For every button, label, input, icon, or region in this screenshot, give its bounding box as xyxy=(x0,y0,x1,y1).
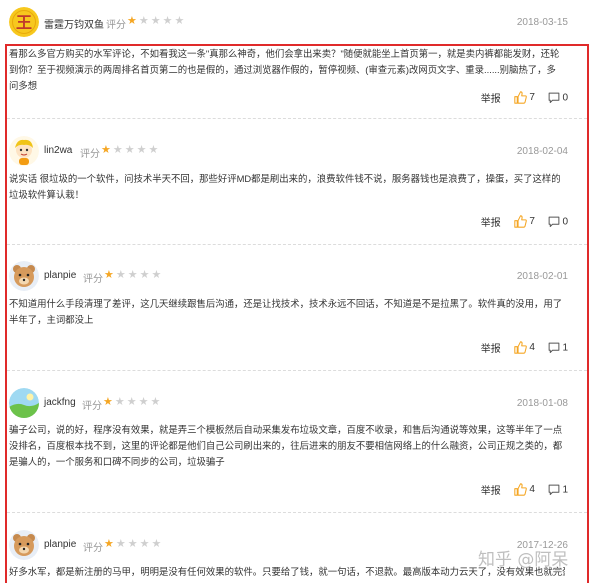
star-filled-icon: ★ xyxy=(104,269,116,281)
star-empty-icon: ★★★★ xyxy=(115,269,164,281)
review-date: 2018-03-15 xyxy=(516,17,568,28)
rating-label: 评分 xyxy=(83,274,103,285)
like-button[interactable]: 7 xyxy=(513,91,535,104)
rating-label: 评分 xyxy=(82,401,102,412)
comment-count: 1 xyxy=(562,342,568,353)
divider xyxy=(7,370,587,371)
bear-avatar[interactable] xyxy=(9,261,39,291)
username[interactable]: lin2wa xyxy=(44,145,72,156)
review-header: jackfng 评分 ★★★★★ 2018-01-08 xyxy=(0,385,600,425)
star-filled-icon: ★ xyxy=(101,144,113,156)
star-rating: ★★★★★ xyxy=(104,268,163,281)
review-text: 说实话 很垃圾的一个软件，问技术半天不回，那些好评MD都是刷出来的，浪费软件钱不… xyxy=(9,173,561,200)
rating-label: 评分 xyxy=(83,543,103,554)
username[interactable]: planpie xyxy=(44,539,76,550)
report-link[interactable]: 举报 xyxy=(481,482,501,497)
divider xyxy=(7,118,587,119)
review-header: 王 雷霆万钧双鱼 评分 ★★★★★ 2018-03-15 xyxy=(0,4,600,44)
rating-label: 评分 xyxy=(106,20,126,31)
bear-avatar[interactable] xyxy=(9,530,39,560)
divider xyxy=(7,244,587,245)
like-count: 7 xyxy=(529,92,535,103)
comment-icon xyxy=(548,342,560,353)
review-actions: 举报 4 1 xyxy=(471,482,568,497)
rating-label: 评分 xyxy=(80,149,100,160)
review-date: 2018-02-04 xyxy=(516,146,568,157)
divider xyxy=(7,512,587,513)
like-count: 4 xyxy=(529,342,535,353)
like-count: 4 xyxy=(529,484,535,495)
username[interactable]: 雷霆万钧双鱼 xyxy=(44,16,104,31)
comment-button[interactable]: 1 xyxy=(548,342,568,354)
review-list: 王 雷霆万钧双鱼 评分 ★★★★★ 2018-03-15 看那么多官方购买的水军… xyxy=(0,0,600,583)
comment-count: 0 xyxy=(562,92,568,103)
report-link[interactable]: 举报 xyxy=(481,340,501,355)
review-text: 看那么多官方购买的水军评论，不如看我这一条"真那么神奇，他们会拿出来卖？"随便就… xyxy=(9,48,560,91)
review-header: planpie 评分 ★★★★★ 2018-02-01 xyxy=(0,258,600,298)
svg-text:王: 王 xyxy=(16,13,32,32)
comment-button[interactable]: 1 xyxy=(548,484,568,496)
username[interactable]: planpie xyxy=(44,270,76,281)
thumbs-up-icon xyxy=(513,215,527,228)
review-text: 骗子公司，说的好，程序没有效果，就是弄三个模板然后自动采集发布垃圾文章，百度不收… xyxy=(9,424,563,467)
like-button[interactable]: 4 xyxy=(513,341,535,354)
star-filled-icon: ★ xyxy=(104,538,116,550)
review-actions: 举报 4 1 xyxy=(471,340,568,355)
comment-icon xyxy=(548,216,560,227)
star-empty-icon: ★★★★ xyxy=(115,538,164,550)
like-count: 7 xyxy=(529,216,535,227)
review-actions: 举报 7 0 xyxy=(471,90,568,105)
like-button[interactable]: 4 xyxy=(513,483,535,496)
review-date: 2018-02-01 xyxy=(516,271,568,282)
star-empty-icon: ★★★★ xyxy=(112,144,161,156)
comment-icon xyxy=(548,484,560,495)
comment-count: 1 xyxy=(562,484,568,495)
thumbs-up-icon xyxy=(513,341,527,354)
zhihu-watermark: 知乎 @阿呆 xyxy=(478,550,569,570)
star-rating: ★★★★★ xyxy=(101,143,160,156)
comment-button[interactable]: 0 xyxy=(548,216,568,228)
review-actions: 举报 7 0 xyxy=(471,214,568,229)
star-rating: ★★★★★ xyxy=(127,14,186,27)
review-text: 不知道用什么手段清理了差评，这几天继续跟售后沟通，还是让找技术，技术永远不回话，… xyxy=(9,298,563,325)
star-rating: ★★★★★ xyxy=(104,537,163,550)
comment-count: 0 xyxy=(562,216,568,227)
star-empty-icon: ★★★★ xyxy=(138,15,187,27)
comment-button[interactable]: 0 xyxy=(548,92,568,104)
landscape-avatar[interactable] xyxy=(9,388,39,418)
review-date: 2018-01-08 xyxy=(516,398,568,409)
report-link[interactable]: 举报 xyxy=(481,214,501,229)
star-filled-icon: ★ xyxy=(103,396,115,408)
cartoon-avatar[interactable] xyxy=(9,136,39,166)
like-button[interactable]: 7 xyxy=(513,215,535,228)
star-empty-icon: ★★★★ xyxy=(114,396,163,408)
comment-icon xyxy=(548,92,560,103)
thumbs-up-icon xyxy=(513,91,527,104)
star-rating: ★★★★★ xyxy=(103,395,162,408)
review-header: lin2wa 评分 ★★★★★ 2018-02-04 xyxy=(0,133,600,173)
report-link[interactable]: 举报 xyxy=(481,90,501,105)
wang-avatar[interactable]: 王 xyxy=(9,7,39,37)
username[interactable]: jackfng xyxy=(44,397,76,408)
star-filled-icon: ★ xyxy=(127,15,139,27)
thumbs-up-icon xyxy=(513,483,527,496)
